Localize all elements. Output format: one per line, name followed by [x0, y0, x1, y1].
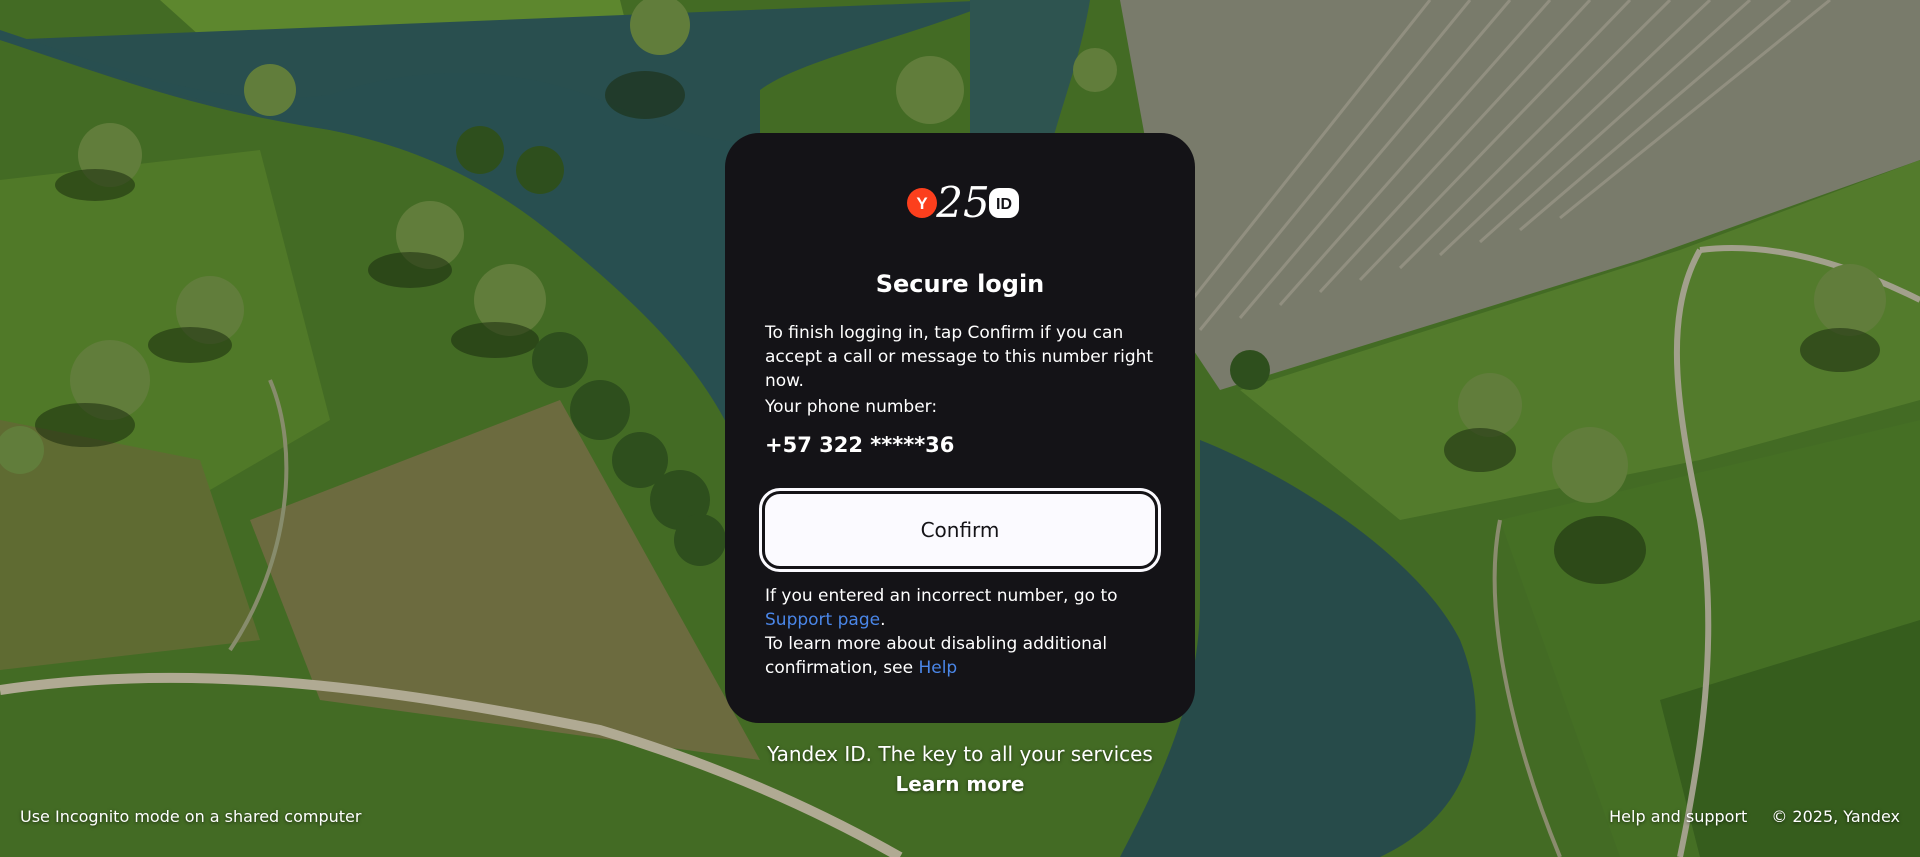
logo-id-label: ID: [996, 196, 1012, 213]
login-page: Y 25 ID Secure login To finish logging i…: [0, 0, 1920, 857]
footer-links: Help and support © 2025, Yandex: [1609, 806, 1900, 828]
help-and-support-link[interactable]: Help and support: [1609, 806, 1747, 828]
learn-more-link[interactable]: Learn more: [896, 772, 1025, 796]
logo-badge-letter: Y: [916, 194, 928, 213]
phone-number-label: Your phone number:: [765, 397, 938, 417]
login-description: To finish logging in, tap Confirm if you…: [765, 323, 1154, 391]
support-page-link[interactable]: Support page: [765, 610, 880, 630]
phone-number-value: +57 322 *****36: [765, 433, 955, 457]
learn-more-container: Learn more: [0, 770, 1920, 798]
incorrect-number-text: If you entered an incorrect number, go t…: [765, 586, 1118, 606]
help-notes: If you entered an incorrect number, go t…: [765, 584, 1165, 680]
promo-tagline: Yandex ID. The key to all your services: [767, 742, 1153, 766]
incognito-hint: Use Incognito mode on a shared computer: [20, 807, 362, 826]
confirm-button[interactable]: Confirm: [759, 488, 1161, 572]
copyright-text: © 2025, Yandex: [1771, 807, 1900, 826]
secure-login-card: Y 25 ID Secure login To finish logging i…: [725, 133, 1195, 723]
help-link[interactable]: Help: [918, 658, 957, 678]
incorrect-number-suffix: .: [880, 610, 886, 630]
logo-anniversary-number: 25: [935, 178, 989, 227]
yandex-id-25-logo: Y 25 ID: [907, 178, 1019, 227]
card-title: Secure login: [875, 270, 1045, 298]
